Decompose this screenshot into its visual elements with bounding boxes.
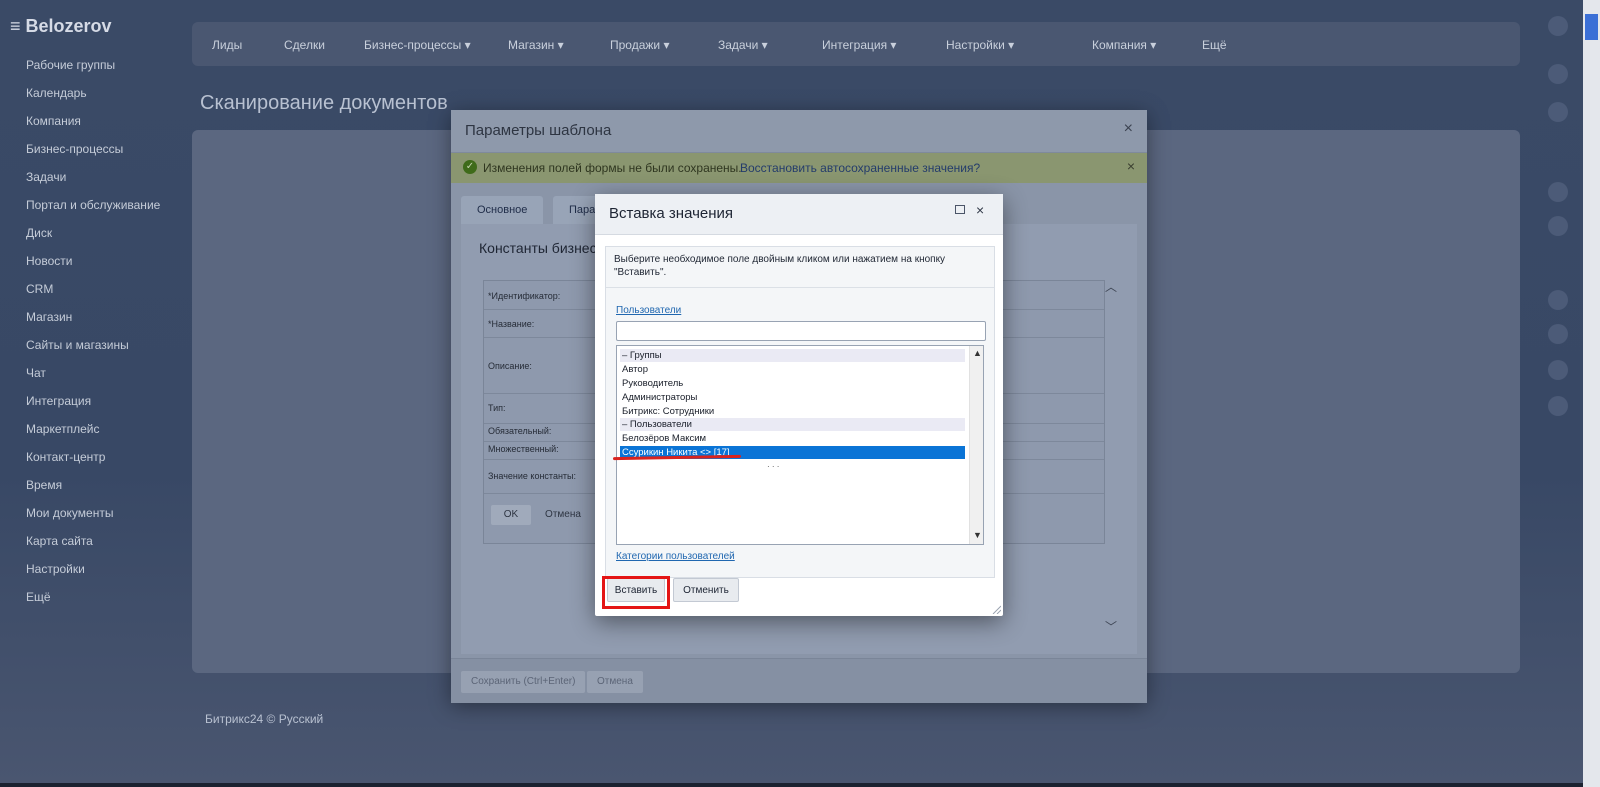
sidebar-item[interactable]: Ещё xyxy=(26,590,51,604)
chevron-down-icon[interactable]: ▼ xyxy=(973,530,982,540)
list-item[interactable]: Битрикс: Сотрудники xyxy=(620,405,965,418)
search-input[interactable] xyxy=(616,321,986,341)
maximize-icon[interactable] xyxy=(955,205,965,214)
sidebar-item[interactable]: Диск xyxy=(26,226,52,240)
sidebar-item[interactable]: Календарь xyxy=(26,86,87,100)
left-sidebar: ≡ Belozerov Рабочие группы Календарь Ком… xyxy=(0,0,180,787)
notification-icon[interactable] xyxy=(1548,16,1568,36)
top-nav-item[interactable]: Продажи ▾ xyxy=(610,38,669,52)
close-icon[interactable]: × xyxy=(976,202,984,218)
field-label: *Название: xyxy=(488,319,535,329)
bottom-strip xyxy=(0,783,1583,787)
dialog-header: Вставка значения × xyxy=(595,194,1003,235)
top-nav-item[interactable]: Лиды xyxy=(212,38,242,52)
user-categories-link[interactable]: Категории пользователей xyxy=(616,551,735,562)
sidebar-item[interactable]: Время xyxy=(26,478,62,492)
autosave-notice: ✓ Изменения полей формы не были сохранен… xyxy=(451,153,1147,183)
list-item[interactable]: Белозёров Максим xyxy=(620,432,965,445)
top-nav-item[interactable]: Ещё xyxy=(1202,38,1227,52)
top-nav-item[interactable]: Магазин ▾ xyxy=(508,38,564,52)
group-icon[interactable] xyxy=(1548,360,1568,380)
insert-panel: Выберите необходимое поле двойным кликом… xyxy=(605,246,995,578)
resize-grip-icon[interactable] xyxy=(991,604,1001,614)
chevron-up-icon[interactable]: ︿ xyxy=(1105,278,1117,295)
constants-title: Константы бизнес xyxy=(479,240,597,256)
list-item[interactable]: Руководитель xyxy=(620,377,965,390)
contact-icon[interactable] xyxy=(1548,324,1568,344)
dialog-footer: Сохранить (Ctrl+Enter) Отмена xyxy=(451,658,1147,703)
close-icon[interactable]: × xyxy=(1127,158,1135,174)
notice-text: Изменения полей формы не были сохранены. xyxy=(483,161,742,175)
divider xyxy=(606,287,994,288)
restore-link[interactable]: Восстановить автосохраненные значения? xyxy=(740,161,980,175)
users-link[interactable]: Пользователи xyxy=(616,305,681,316)
top-nav-item[interactable]: Интеграция ▾ xyxy=(822,38,896,52)
top-nav-item[interactable]: Бизнес-процессы ▾ xyxy=(364,38,471,52)
field-label: Тип: xyxy=(488,403,506,413)
annotation-highlight-box xyxy=(602,576,670,609)
page-title: Сканирование документов xyxy=(200,92,448,114)
list-group-header[interactable]: – Группы xyxy=(620,349,965,362)
scrollbar-thumb[interactable] xyxy=(1585,14,1598,40)
field-label: Значение константы: xyxy=(488,471,577,481)
listbox-scrollbar[interactable]: ▲ ▼ xyxy=(969,346,983,544)
field-label: *Идентификатор: xyxy=(488,291,561,301)
dialog-title: Параметры шаблона xyxy=(465,122,612,139)
instruction-text: Выберите необходимое поле двойным кликом… xyxy=(614,254,946,278)
app-logo[interactable]: ≡ Belozerov xyxy=(10,16,112,37)
dialog-title: Вставка значения xyxy=(609,205,734,222)
open-lines-icon[interactable] xyxy=(1548,396,1568,416)
sidebar-item[interactable]: Чат xyxy=(26,366,46,380)
sidebar-item[interactable]: Настройки xyxy=(26,562,85,576)
top-navigation: Лиды Сделки Бизнес-процессы ▾ Магазин ▾ … xyxy=(192,22,1520,66)
dialog-header: Параметры шаблона × xyxy=(451,110,1147,153)
help-icon[interactable] xyxy=(1548,216,1568,236)
sidebar-item[interactable]: Компания xyxy=(26,114,81,128)
top-nav-item[interactable]: Сделки xyxy=(284,38,325,52)
tab-main[interactable]: Основное xyxy=(461,196,544,224)
sidebar-item[interactable]: Маркетплейс xyxy=(26,422,100,436)
save-button[interactable]: Сохранить (Ctrl+Enter) xyxy=(461,671,586,693)
cancel-button[interactable]: Отмена xyxy=(537,505,589,525)
list-item[interactable]: Администраторы xyxy=(620,391,965,404)
page-scrollbar[interactable] xyxy=(1583,0,1600,787)
partially-visible-item: · · · xyxy=(767,462,780,471)
value-listbox[interactable]: – Группы Автор Руководитель Администрато… xyxy=(616,345,984,545)
sidebar-item[interactable]: Сайты и магазины xyxy=(26,338,129,352)
sidebar-item[interactable]: Рабочие группы xyxy=(26,58,115,72)
check-icon: ✓ xyxy=(463,160,477,174)
top-nav-item[interactable]: Компания ▾ xyxy=(1092,38,1156,52)
chevron-down-icon[interactable]: ﹀ xyxy=(1105,618,1117,635)
chat-icon[interactable] xyxy=(1548,64,1568,84)
cancel-button[interactable]: Отмена xyxy=(587,671,643,693)
sidebar-item[interactable]: Портал и обслуживание xyxy=(26,198,160,212)
ok-button[interactable]: OK xyxy=(491,505,531,525)
sidebar-item[interactable]: Магазин xyxy=(26,310,72,324)
sidebar-item[interactable]: Новости xyxy=(26,254,72,268)
close-icon[interactable]: × xyxy=(1124,120,1133,138)
sidebar-item[interactable]: Карта сайта xyxy=(26,534,93,548)
top-nav-item[interactable]: Настройки ▾ xyxy=(946,38,1014,52)
top-nav-item[interactable]: Задачи ▾ xyxy=(718,38,768,52)
field-label: Множественный: xyxy=(488,444,559,454)
insert-value-dialog: Вставка значения × Выберите необходимое … xyxy=(595,194,1003,616)
cancel-button[interactable]: Отменить xyxy=(673,578,739,602)
sidebar-item[interactable]: Контакт-центр xyxy=(26,450,105,464)
sidebar-item[interactable]: Мои документы xyxy=(26,506,113,520)
sidebar-item[interactable]: CRM xyxy=(26,282,53,296)
list-group-header[interactable]: – Пользователи xyxy=(620,418,965,431)
field-label: Обязательный: xyxy=(488,426,552,436)
footer-text: Битрикс24 © Русский xyxy=(205,712,324,726)
sidebar-item[interactable]: Задачи xyxy=(26,170,66,184)
calendar-icon[interactable] xyxy=(1548,182,1568,202)
user-icon[interactable] xyxy=(1548,290,1568,310)
field-label: Описание: xyxy=(488,361,532,371)
chevron-up-icon[interactable]: ▲ xyxy=(973,348,982,358)
sidebar-item[interactable]: Бизнес-процессы xyxy=(26,142,123,156)
sidebar-item[interactable]: Интеграция xyxy=(26,394,91,408)
call-icon[interactable] xyxy=(1548,102,1568,122)
list-item[interactable]: Автор xyxy=(620,363,965,376)
